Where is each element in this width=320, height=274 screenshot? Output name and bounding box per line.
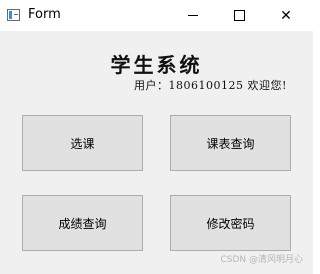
window-title: Form bbox=[28, 7, 61, 22]
minimize-button[interactable] bbox=[170, 0, 216, 31]
schedule-query-button[interactable]: 课表查询 bbox=[170, 115, 291, 171]
close-icon: ✕ bbox=[280, 7, 292, 24]
form-window: Form ✕ 学生系统 用户：1806100125 欢迎您! 选课 课表查询 成… bbox=[0, 0, 313, 274]
select-course-button[interactable]: 选课 bbox=[22, 115, 143, 171]
change-password-button[interactable]: 修改密码 bbox=[170, 195, 291, 251]
maximize-button[interactable] bbox=[216, 0, 262, 31]
close-button[interactable]: ✕ bbox=[263, 0, 309, 31]
minimize-icon bbox=[188, 15, 198, 16]
grade-query-button[interactable]: 成绩查询 bbox=[22, 195, 143, 251]
app-window-icon bbox=[7, 9, 20, 21]
title-bar[interactable]: Form ✕ bbox=[0, 0, 313, 31]
page-title: 学生系统 bbox=[110, 53, 203, 77]
watermark: CSDN @清风明月心 bbox=[220, 255, 303, 265]
user-welcome-label: 用户：1806100125 欢迎您! bbox=[134, 79, 287, 92]
maximize-icon bbox=[233, 10, 245, 21]
